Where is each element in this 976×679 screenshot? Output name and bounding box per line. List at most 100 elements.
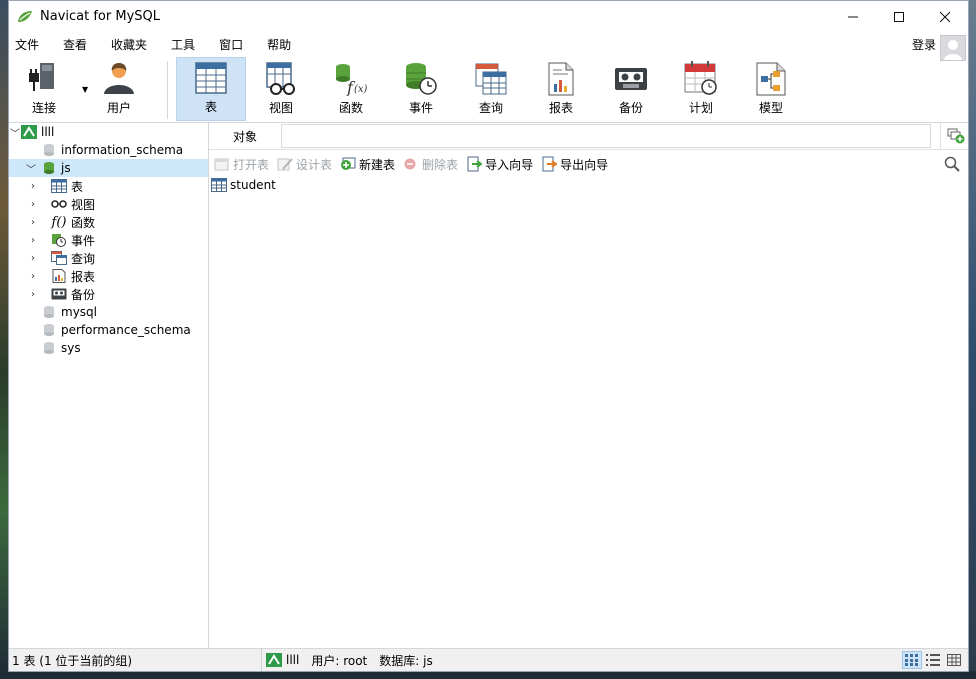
tree-node-backups[interactable]: › 备份: [9, 285, 208, 303]
tree-node-events[interactable]: › 事件: [9, 231, 208, 249]
toolbar-user-button[interactable]: 用户: [79, 57, 159, 121]
toolbar-query-label: 查询: [478, 101, 503, 115]
list-lines-icon: [926, 654, 940, 666]
tree-node-label: 报表: [71, 269, 96, 284]
import-wizard-button[interactable]: 导入向导: [466, 156, 533, 173]
tree-db-mysql[interactable]: mysql: [9, 303, 208, 321]
chevron-right-icon[interactable]: ›: [9, 217, 37, 228]
tree-db-performance-schema[interactable]: performance_schema: [9, 321, 208, 339]
export-wizard-button[interactable]: 导出向导: [541, 156, 608, 173]
minimize-icon: [848, 16, 858, 17]
tree-db-information-schema[interactable]: information_schema: [9, 141, 208, 159]
object-tab-bar: 对象: [209, 123, 968, 150]
toolbar-report-label: 报表: [548, 101, 573, 115]
tree-node-tables[interactable]: › 表: [9, 177, 208, 195]
tree-node-reports[interactable]: › 报表: [9, 267, 208, 285]
chevron-down-icon[interactable]: ﹀: [9, 125, 21, 140]
open-table-button[interactable]: 打开表: [214, 156, 269, 173]
tree-db-label: sys: [61, 341, 81, 355]
menu-favorites[interactable]: 收藏夹: [106, 36, 152, 53]
minimize-button[interactable]: [830, 1, 876, 32]
login-link[interactable]: 登录: [912, 36, 936, 53]
list-item[interactable]: student: [211, 178, 968, 192]
object-filter-input[interactable]: [281, 124, 931, 148]
open-table-icon: [214, 158, 229, 171]
database-icon: [41, 323, 57, 337]
toolbar-query-button[interactable]: 查询: [456, 57, 526, 121]
menu-window[interactable]: 窗口: [214, 36, 248, 53]
schedule-calendar-icon: [684, 61, 717, 95]
design-table-button[interactable]: 设计表: [277, 156, 332, 173]
delete-table-button[interactable]: 删除表: [403, 156, 458, 173]
add-tab-icon: [947, 128, 964, 144]
toolbar-function-button[interactable]: f (x) 函数: [316, 57, 386, 121]
tree-connection[interactable]: ﹀ llll: [9, 123, 208, 141]
tree-node-label: 函数: [71, 215, 96, 230]
toolbar-backup-button[interactable]: 备份: [596, 57, 666, 121]
object-action-bar: 打开表 设计表 新建表 删除表 导入向导 导出向导: [209, 150, 968, 178]
chevron-right-icon[interactable]: ›: [9, 199, 37, 210]
toolbar-table-button[interactable]: 表: [176, 57, 246, 121]
chevron-right-icon[interactable]: ›: [9, 235, 37, 246]
event-clock-icon: [51, 233, 67, 247]
toolbar-model-label: 模型: [758, 101, 783, 115]
tree-db-js[interactable]: ﹀ js: [9, 159, 208, 177]
toolbar-view-label: 视图: [268, 101, 293, 115]
function-icon: f (x): [336, 64, 368, 96]
toolbar-schedule-button[interactable]: 计划: [666, 57, 736, 121]
close-button[interactable]: [922, 1, 968, 32]
search-icon[interactable]: [944, 156, 960, 175]
toolbar-view-button[interactable]: 视图: [246, 57, 316, 121]
status-database: 数据库: js: [379, 653, 433, 668]
list-view-button[interactable]: [902, 651, 922, 669]
objects-pane: 对象 打开表 设计表 新建表 删除表 导入向导 导出向导 student: [209, 123, 968, 650]
tree-node-functions[interactable]: › f() 函数: [9, 213, 208, 231]
grid-large-icon: [947, 654, 961, 666]
chevron-down-icon[interactable]: ﹀: [21, 161, 41, 176]
tree-node-label: 事件: [71, 233, 96, 248]
table-icon: [195, 62, 227, 94]
tree-node-queries[interactable]: › 查询: [9, 249, 208, 267]
toolbar-report-button[interactable]: 报表: [526, 57, 596, 121]
icon-view-button[interactable]: [944, 651, 964, 669]
chevron-right-icon[interactable]: ›: [9, 289, 37, 300]
toolbar-model-button[interactable]: 模型: [736, 57, 806, 121]
tree-node-label: 表: [71, 179, 84, 194]
toolbar-connection-button[interactable]: 连接: [9, 57, 79, 121]
menu-help[interactable]: 帮助: [262, 36, 296, 53]
function-icon: f(): [51, 214, 67, 230]
tree-db-label: js: [61, 161, 71, 175]
toolbar-user-label: 用户: [106, 101, 131, 115]
detail-view-button[interactable]: [923, 651, 943, 669]
tree-node-label: 查询: [71, 251, 96, 266]
add-object-button[interactable]: [940, 123, 968, 149]
new-table-button[interactable]: 新建表: [340, 156, 395, 173]
tree-node-label: 备份: [71, 287, 96, 302]
view-glasses-icon: [266, 62, 295, 95]
toolbar-event-button[interactable]: 事件: [386, 57, 456, 121]
tree-db-sys[interactable]: sys: [9, 339, 208, 357]
chevron-right-icon[interactable]: ›: [9, 253, 37, 264]
chevron-right-icon[interactable]: ›: [9, 181, 37, 192]
maximize-button[interactable]: [876, 1, 922, 32]
toolbar-event-label: 事件: [408, 101, 433, 115]
tree-node-label: 视图: [71, 197, 96, 212]
chevron-right-icon[interactable]: ›: [9, 271, 37, 282]
maximize-icon: [894, 11, 904, 22]
menu-bar: 文件 查看 收藏夹 工具 窗口 帮助 登录: [9, 32, 968, 57]
user-icon: [104, 63, 134, 94]
report-icon: [548, 62, 574, 96]
menu-tools[interactable]: 工具: [166, 36, 200, 53]
object-name: student: [230, 178, 276, 192]
table-icon: [211, 178, 227, 192]
report-icon: [51, 269, 67, 283]
menu-view[interactable]: 查看: [58, 36, 92, 53]
add-circle-icon: [341, 157, 356, 170]
chevron-down-icon[interactable]: ▼: [82, 85, 88, 94]
remove-circle-icon: [404, 158, 416, 170]
menu-file[interactable]: 文件: [10, 36, 44, 53]
tab-objects[interactable]: 对象: [209, 128, 281, 145]
tree-node-views[interactable]: › 视图: [9, 195, 208, 213]
event-clock-icon: [406, 63, 437, 95]
title-bar: Navicat for MySQL: [9, 1, 968, 32]
